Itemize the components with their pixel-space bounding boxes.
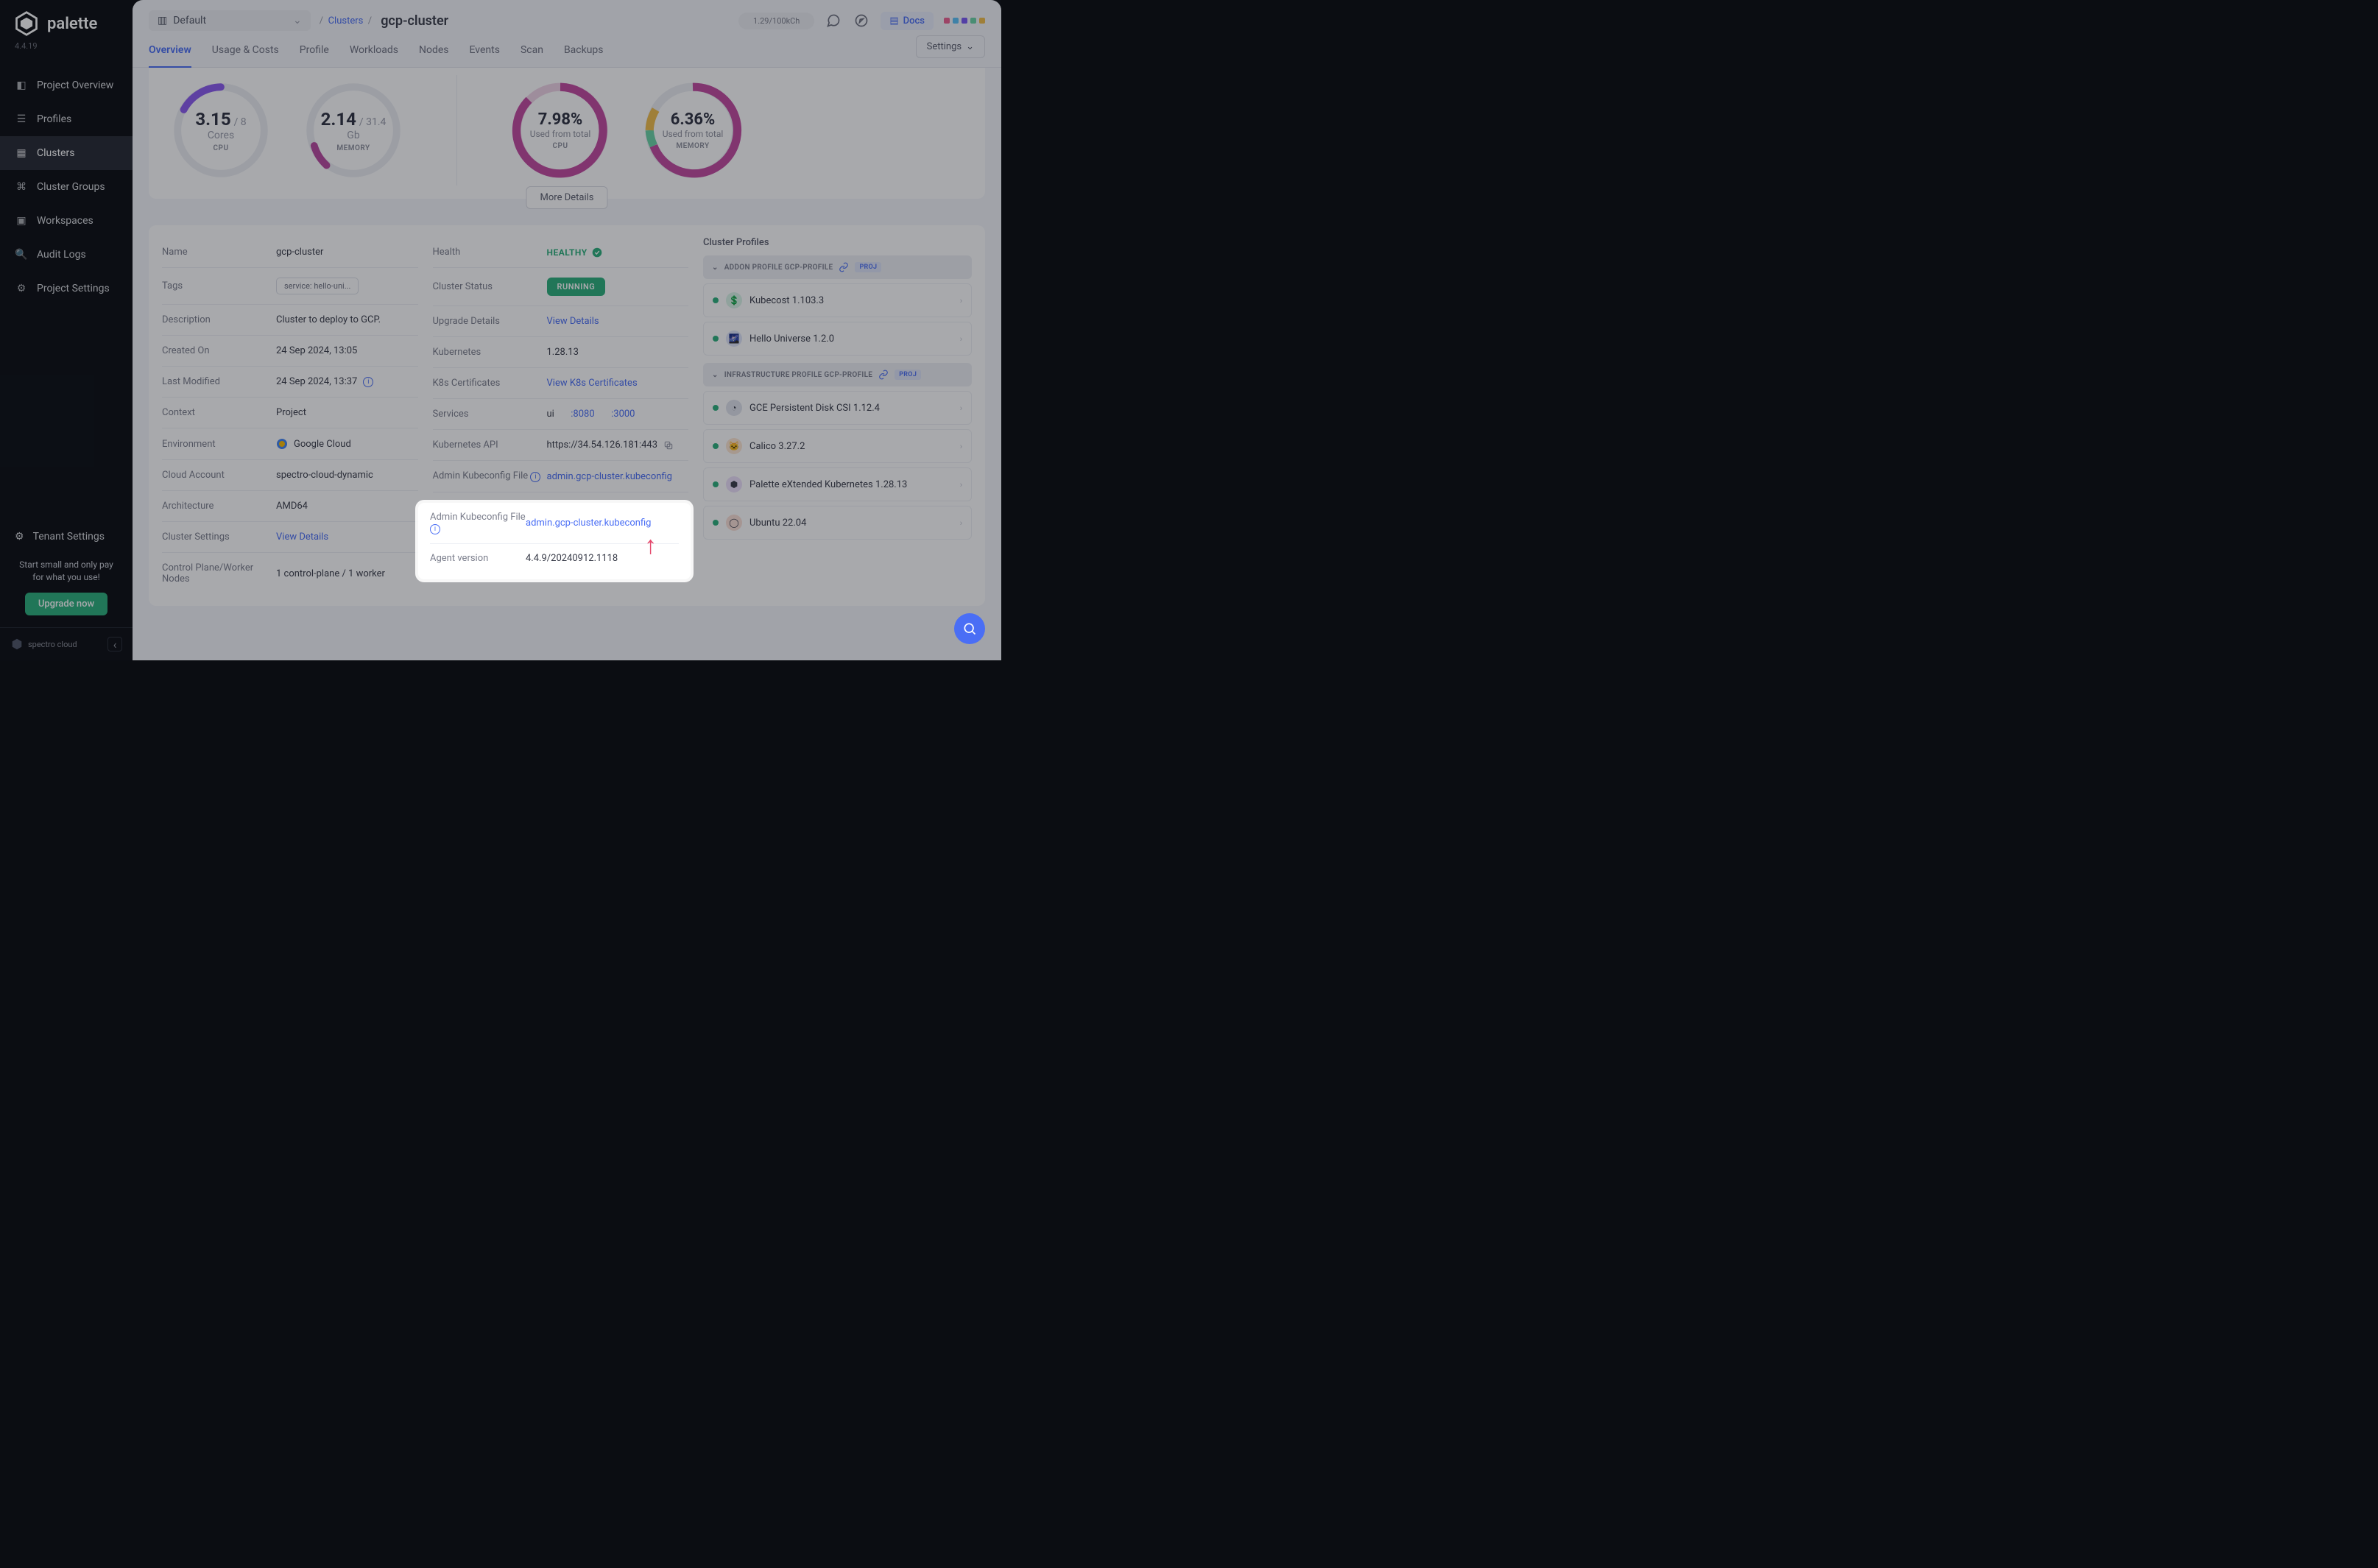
chevron-right-icon: › <box>960 403 962 413</box>
docs-button[interactable]: ▤Docs <box>881 12 934 30</box>
service-port-3000[interactable]: :3000 <box>611 409 635 420</box>
profile-item[interactable]: 🌌Hello Universe 1.2.0› <box>703 322 972 356</box>
help-fab[interactable] <box>954 613 985 644</box>
health-badge: HEALTHY <box>547 247 602 258</box>
settings-button[interactable]: Settings⌄ <box>916 35 985 58</box>
details-right: HealthHEALTHY Cluster StatusRUNNING Upgr… <box>433 237 689 594</box>
promo-text: Start small and only payfor what you use… <box>0 553 133 593</box>
tag-chip: service: hello-uni... <box>276 278 359 294</box>
copy-icon[interactable] <box>663 440 674 451</box>
addon-profile-header[interactable]: ⌄ADDON PROFILE GCP-PROFILEPROJ <box>703 255 972 279</box>
sidebar-item-tenant-settings[interactable]: ⚙Tenant Settings <box>0 520 133 553</box>
cluster-profiles: Cluster Profiles ⌄ADDON PROFILE GCP-PROF… <box>703 237 972 594</box>
scope-selector[interactable]: ▥ Default ⌄ <box>149 10 311 31</box>
details-card: Namegcp-cluster Tagsservice: hello-uni..… <box>149 225 985 606</box>
page-title: gcp-cluster <box>381 13 448 29</box>
tab-events[interactable]: Events <box>470 44 500 67</box>
tab-scan[interactable]: Scan <box>521 44 543 67</box>
tab-overview[interactable]: Overview <box>149 44 191 68</box>
infra-profile-header[interactable]: ⌄INFRASTRUCTURE PROFILE GCP-PROFILEPROJ <box>703 363 972 386</box>
workspaces-icon: ▣ <box>15 214 28 227</box>
details-left: Namegcp-cluster Tagsservice: hello-uni..… <box>162 237 418 594</box>
tab-nodes[interactable]: Nodes <box>419 44 449 67</box>
user-avatar[interactable] <box>944 18 985 24</box>
info-icon[interactable]: i <box>363 377 373 387</box>
tab-profile[interactable]: Profile <box>300 44 329 67</box>
chevron-right-icon: › <box>960 334 962 344</box>
brand-version: 4.4.19 <box>0 41 133 51</box>
profile-item[interactable]: 🐱Calico 3.27.2› <box>703 429 972 463</box>
tab-usage-costs[interactable]: Usage & Costs <box>212 44 279 67</box>
sidebar-item-cluster-groups[interactable]: ⌘Cluster Groups <box>0 170 133 204</box>
clusters-icon: ▦ <box>15 146 28 160</box>
link-icon <box>839 262 849 272</box>
chevron-down-icon: ⌄ <box>966 41 974 52</box>
sidebar-item-clusters[interactable]: ▦Clusters <box>0 136 133 170</box>
sidebar-item-project-settings[interactable]: ⚙Project Settings <box>0 272 133 306</box>
profile-item[interactable]: 💲Kubecost 1.103.3› <box>703 283 972 317</box>
chevron-down-icon: ⌄ <box>712 371 719 379</box>
link-icon <box>878 370 889 380</box>
footer-brand: spectro cloud <box>10 638 77 651</box>
audit-icon: 🔍 <box>15 248 28 261</box>
profile-item[interactable]: ◔GCE Persistent Disk CSI 1.12.4› <box>703 391 972 425</box>
brand: palette <box>0 0 133 40</box>
memory-pct-gauge: 6.36% Used from total MEMORY <box>641 79 744 182</box>
sidebar-item-profiles[interactable]: ☰Profiles <box>0 102 133 136</box>
k8s-certs-link[interactable]: View K8s Certificates <box>547 378 638 389</box>
chat-icon[interactable] <box>825 12 842 29</box>
kubeconfig-link[interactable]: admin.gcp-cluster.kubeconfig <box>547 471 672 482</box>
profiles-icon: ☰ <box>15 113 28 126</box>
breadcrumb-clusters[interactable]: Clusters <box>328 15 364 27</box>
kch-badge[interactable]: 1.29/100kCh <box>738 13 814 29</box>
scope-icon: ▥ <box>158 15 167 27</box>
chevron-right-icon: › <box>960 480 962 490</box>
compass-icon[interactable] <box>853 12 870 29</box>
sidebar-footer: spectro cloud ‹ <box>0 627 133 660</box>
profile-item[interactable]: ⬢Palette eXtended Kubernetes 1.28.13› <box>703 467 972 501</box>
cluster-settings-link[interactable]: View Details <box>276 532 328 543</box>
tab-workloads[interactable]: Workloads <box>350 44 398 67</box>
gear-icon: ⚙ <box>15 282 28 295</box>
main-content: ▥ Default ⌄ / Clusters / gcp-cluster 1.2… <box>133 0 1001 660</box>
more-details-button[interactable]: More Details <box>526 186 608 209</box>
cluster-groups-icon: ⌘ <box>15 180 28 194</box>
collapse-sidebar-button[interactable]: ‹ <box>107 637 122 651</box>
service-port-8080[interactable]: :8080 <box>571 409 594 420</box>
spectro-icon <box>10 638 24 651</box>
tab-backups[interactable]: Backups <box>564 44 604 67</box>
tabs: Overview Usage & Costs Profile Workloads… <box>133 31 1001 68</box>
memory-gauge: 2.14 / 31.4 Gb MEMORY <box>302 79 405 182</box>
docs-icon: ▤ <box>889 15 898 27</box>
sidebar-item-audit-logs[interactable]: 🔍Audit Logs <box>0 238 133 272</box>
topbar: ▥ Default ⌄ / Clusters / gcp-cluster 1.2… <box>133 0 1001 31</box>
logo-icon <box>13 10 40 37</box>
info-icon[interactable]: i <box>530 472 540 482</box>
sidebar-item-project-overview[interactable]: ◧Project Overview <box>0 68 133 102</box>
cpu-gauge: 3.15 / 8 Cores CPU <box>169 79 272 182</box>
chevron-right-icon: › <box>960 296 962 306</box>
upgrade-details-link[interactable]: View Details <box>547 316 599 327</box>
breadcrumb: / Clusters / <box>320 15 372 27</box>
metrics-card: 3.15 / 8 Cores CPU 2.14 / 31.4 Gb MEMORY… <box>149 68 985 199</box>
sidebar: palette 4.4.19 ◧Project Overview ☰Profil… <box>0 0 133 660</box>
overview-icon: ◧ <box>15 79 28 92</box>
main-nav: ◧Project Overview ☰Profiles ▦Clusters ⌘C… <box>0 68 133 306</box>
status-badge: RUNNING <box>547 278 606 296</box>
upgrade-button[interactable]: Upgrade now <box>25 593 107 615</box>
chevron-down-icon: ⌄ <box>712 264 719 272</box>
sidebar-item-workspaces[interactable]: ▣Workspaces <box>0 204 133 238</box>
profile-item[interactable]: ◯Ubuntu 22.04› <box>703 506 972 540</box>
chevron-right-icon: › <box>960 442 962 451</box>
chevron-down-icon: ⌄ <box>293 15 302 27</box>
tenant-icon: ⚙ <box>15 531 24 543</box>
brand-name: palette <box>47 15 97 33</box>
gcp-icon <box>276 438 288 450</box>
chevron-right-icon: › <box>960 518 962 528</box>
cpu-pct-gauge: 7.98% Used from total CPU <box>509 79 612 182</box>
